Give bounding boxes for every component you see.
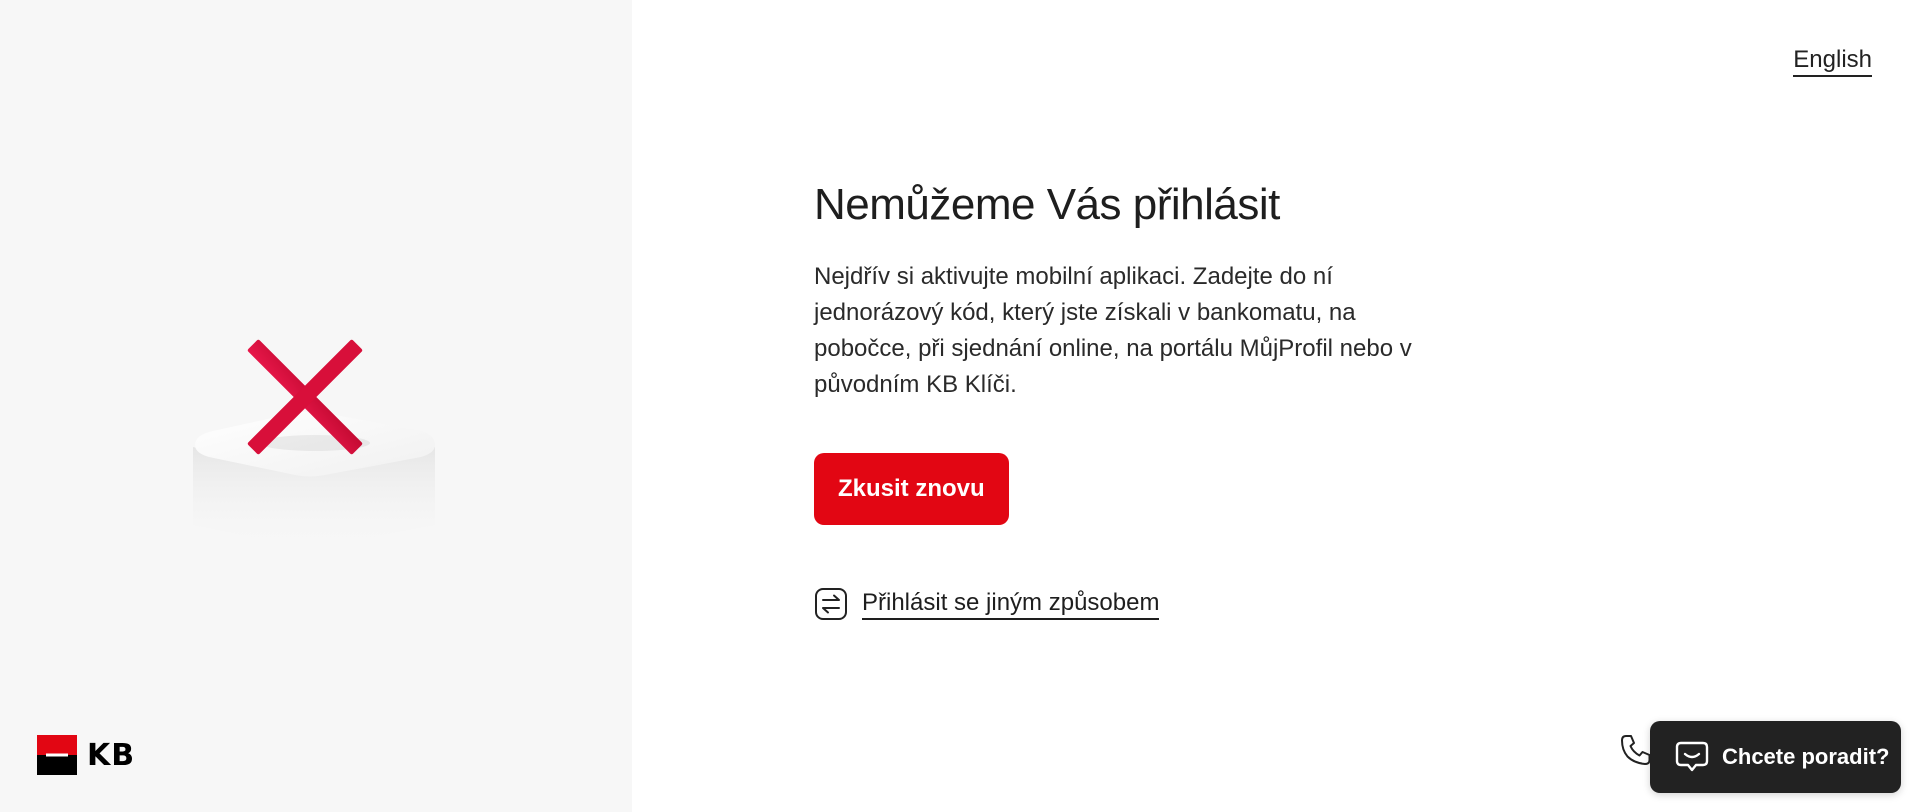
error-description: Nejdřív si aktivujte mobilní aplikaci. Z… bbox=[814, 263, 1412, 398]
chat-button[interactable]: Chcete poradit? bbox=[1650, 721, 1901, 793]
illustration-panel: KB bbox=[0, 0, 632, 812]
retry-button[interactable]: Zkusit znovu bbox=[814, 453, 1009, 525]
chat-button-label: Chcete poradit? bbox=[1722, 744, 1890, 769]
error-illustration bbox=[193, 339, 435, 545]
kb-logo[interactable]: KB bbox=[37, 735, 135, 775]
login-error-page: KB English Nemůžeme Vás přihlásit Nejdří… bbox=[0, 0, 1920, 812]
page-title: Nemůžeme Vás přihlásit bbox=[814, 180, 1280, 229]
error-content: Nemůžeme Vás přihlásit Nejdřív si aktivu… bbox=[814, 175, 1424, 621]
alt-login-link[interactable]: Přihlásit se jiným způsobem bbox=[814, 587, 1424, 621]
phone-icon[interactable] bbox=[1618, 732, 1654, 768]
chat-bubble-icon bbox=[1675, 741, 1709, 772]
kb-logo-mark bbox=[37, 735, 77, 775]
swap-arrows-icon bbox=[815, 588, 847, 620]
alt-login-label: Přihlásit se jiným způsobem bbox=[862, 589, 1160, 620]
language-switch-link[interactable]: English bbox=[1793, 46, 1872, 77]
kb-logo-text: KB bbox=[87, 737, 136, 773]
